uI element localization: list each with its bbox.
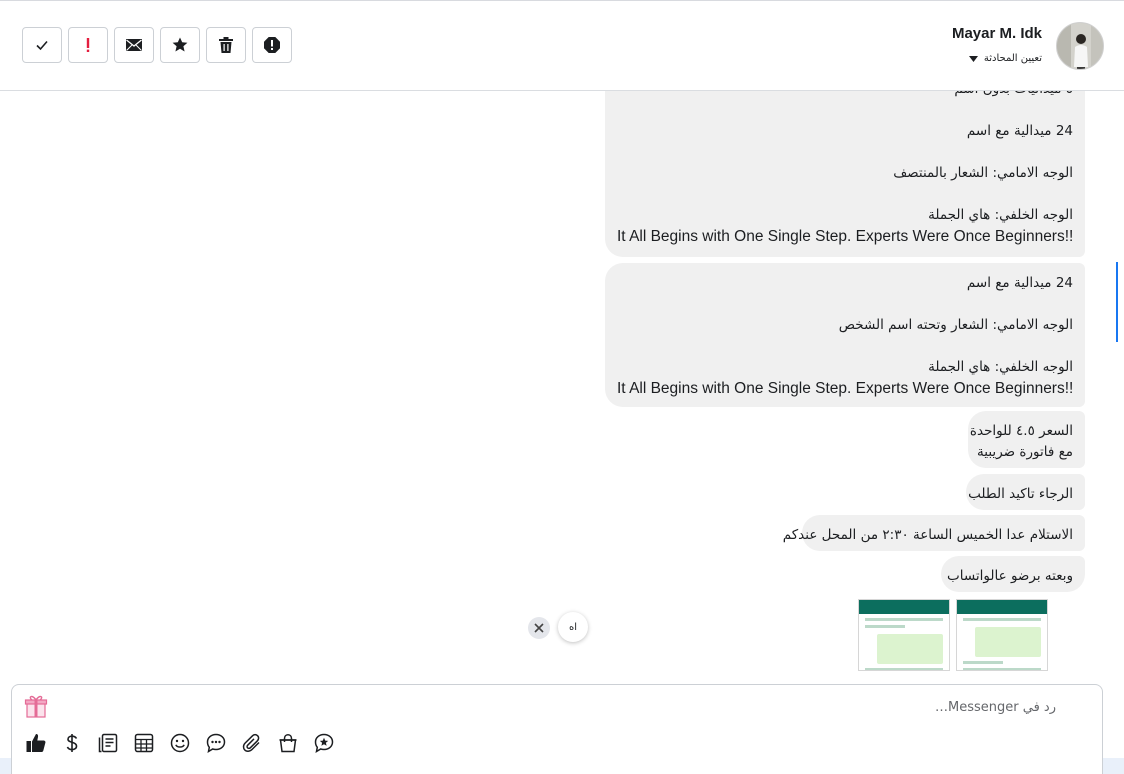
caret-down-icon	[968, 55, 978, 62]
saved-replies-icon	[98, 733, 118, 753]
message-composer	[11, 684, 1103, 774]
attach-file-button[interactable]	[240, 731, 264, 755]
message-line: الوجه الامامي: الشعار وتحته اسم الشخص	[838, 317, 1073, 333]
report-spam-button[interactable]	[252, 27, 292, 63]
message-line: مع فاتورة ضريبية	[977, 444, 1073, 460]
assign-conversation-label: تعيين المحادثة	[983, 53, 1042, 64]
exclamation-icon	[86, 38, 90, 52]
close-icon	[534, 623, 544, 633]
table-icon	[134, 733, 154, 753]
emoji-button[interactable]	[168, 731, 192, 755]
mark-important-button[interactable]	[68, 27, 108, 63]
message-line: 24 ميدالية مع اسم	[966, 275, 1073, 291]
message-line: الوجه الخلفي: هاي الجملة	[928, 359, 1073, 375]
dollar-icon	[66, 734, 78, 752]
contact-name[interactable]: Mayar M. Idk	[952, 25, 1042, 42]
appointments-button[interactable]	[132, 731, 156, 755]
alert-circle-icon	[264, 37, 280, 53]
delete-button[interactable]	[206, 27, 246, 63]
assign-conversation-dropdown[interactable]: تعيين المحادثة	[968, 53, 1042, 64]
saved-replies-button[interactable]	[96, 731, 120, 755]
chat-bubbles-icon	[206, 733, 226, 753]
message-line: الوجه الامامي: الشعار بالمنتصف	[893, 165, 1073, 181]
request-review-button[interactable]	[312, 731, 336, 755]
message-line: وبعته برضو عالواتساب	[947, 568, 1073, 584]
attachment-thumbnail[interactable]	[956, 599, 1048, 671]
message-line: الوجه الخلفي: هاي الجملة	[928, 207, 1073, 223]
composer-toolbar	[24, 731, 336, 755]
mark-unread-button[interactable]	[114, 27, 154, 63]
message-line: ٥ ميداليات بدون اسم	[617, 91, 1073, 100]
scroll-indicator[interactable]	[1116, 262, 1118, 342]
message-line: It All Begins with One Single Step. Expe…	[617, 228, 1074, 245]
messenger-panel: Mayar M. Idk تعيين المحادثة ٥ ميداليات ب…	[0, 0, 1124, 758]
message-line: It All Begins with One Single Step. Expe…	[617, 380, 1074, 397]
check-icon	[36, 40, 48, 51]
shop-button[interactable]	[276, 731, 300, 755]
message-bubble[interactable]: 24 ميدالية مع اسم الوجه الامامي: الشعار …	[605, 263, 1085, 407]
star-button[interactable]	[160, 27, 200, 63]
envelope-icon	[126, 39, 142, 51]
gift-icon[interactable]	[24, 693, 48, 719]
attachment-thumbnail[interactable]	[858, 599, 950, 671]
star-icon	[172, 37, 188, 52]
trash-icon	[219, 37, 233, 53]
like-icon	[26, 734, 46, 752]
suggested-reply-chip[interactable]: اه	[558, 612, 588, 642]
quick-replies-button[interactable]	[204, 731, 228, 755]
dismiss-suggestion-button[interactable]	[528, 617, 550, 639]
message-bubble[interactable]: وبعته برضو عالواتساب	[941, 556, 1085, 592]
message-line: الرجاء تاكيد الطلب	[968, 486, 1073, 502]
conversation-header: Mayar M. Idk تعيين المحادثة	[0, 1, 1124, 91]
payment-button[interactable]	[60, 731, 84, 755]
shopping-bag-icon	[279, 734, 297, 753]
message-thread[interactable]: ٥ ميداليات بدون اسم 24 ميدالية مع اسم ال…	[0, 91, 1118, 671]
message-bubble[interactable]: الاستلام عدا الخميس الساعة ٢:٣٠ من المحل…	[782, 515, 1085, 551]
message-bubble[interactable]: السعر ٤.٥ للواحدة مع فاتورة ضريبية	[968, 411, 1085, 468]
message-line: السعر ٤.٥ للواحدة	[969, 423, 1073, 439]
avatar[interactable]	[1056, 22, 1104, 70]
emoji-icon	[170, 733, 190, 753]
avatar-photo-icon	[1057, 23, 1103, 69]
paperclip-icon	[242, 733, 260, 752]
mark-done-button[interactable]	[22, 27, 62, 63]
like-button[interactable]	[24, 731, 48, 755]
message-bubble[interactable]: ٥ ميداليات بدون اسم 24 ميدالية مع اسم ال…	[605, 91, 1085, 257]
message-star-icon	[314, 733, 334, 753]
header-actions	[22, 27, 292, 63]
message-line: الاستلام عدا الخميس الساعة ٢:٣٠ من المحل…	[782, 527, 1073, 543]
message-line: 24 ميدالية مع اسم	[966, 123, 1073, 139]
message-bubble[interactable]: الرجاء تاكيد الطلب	[966, 474, 1085, 510]
reply-input[interactable]	[354, 699, 1058, 716]
